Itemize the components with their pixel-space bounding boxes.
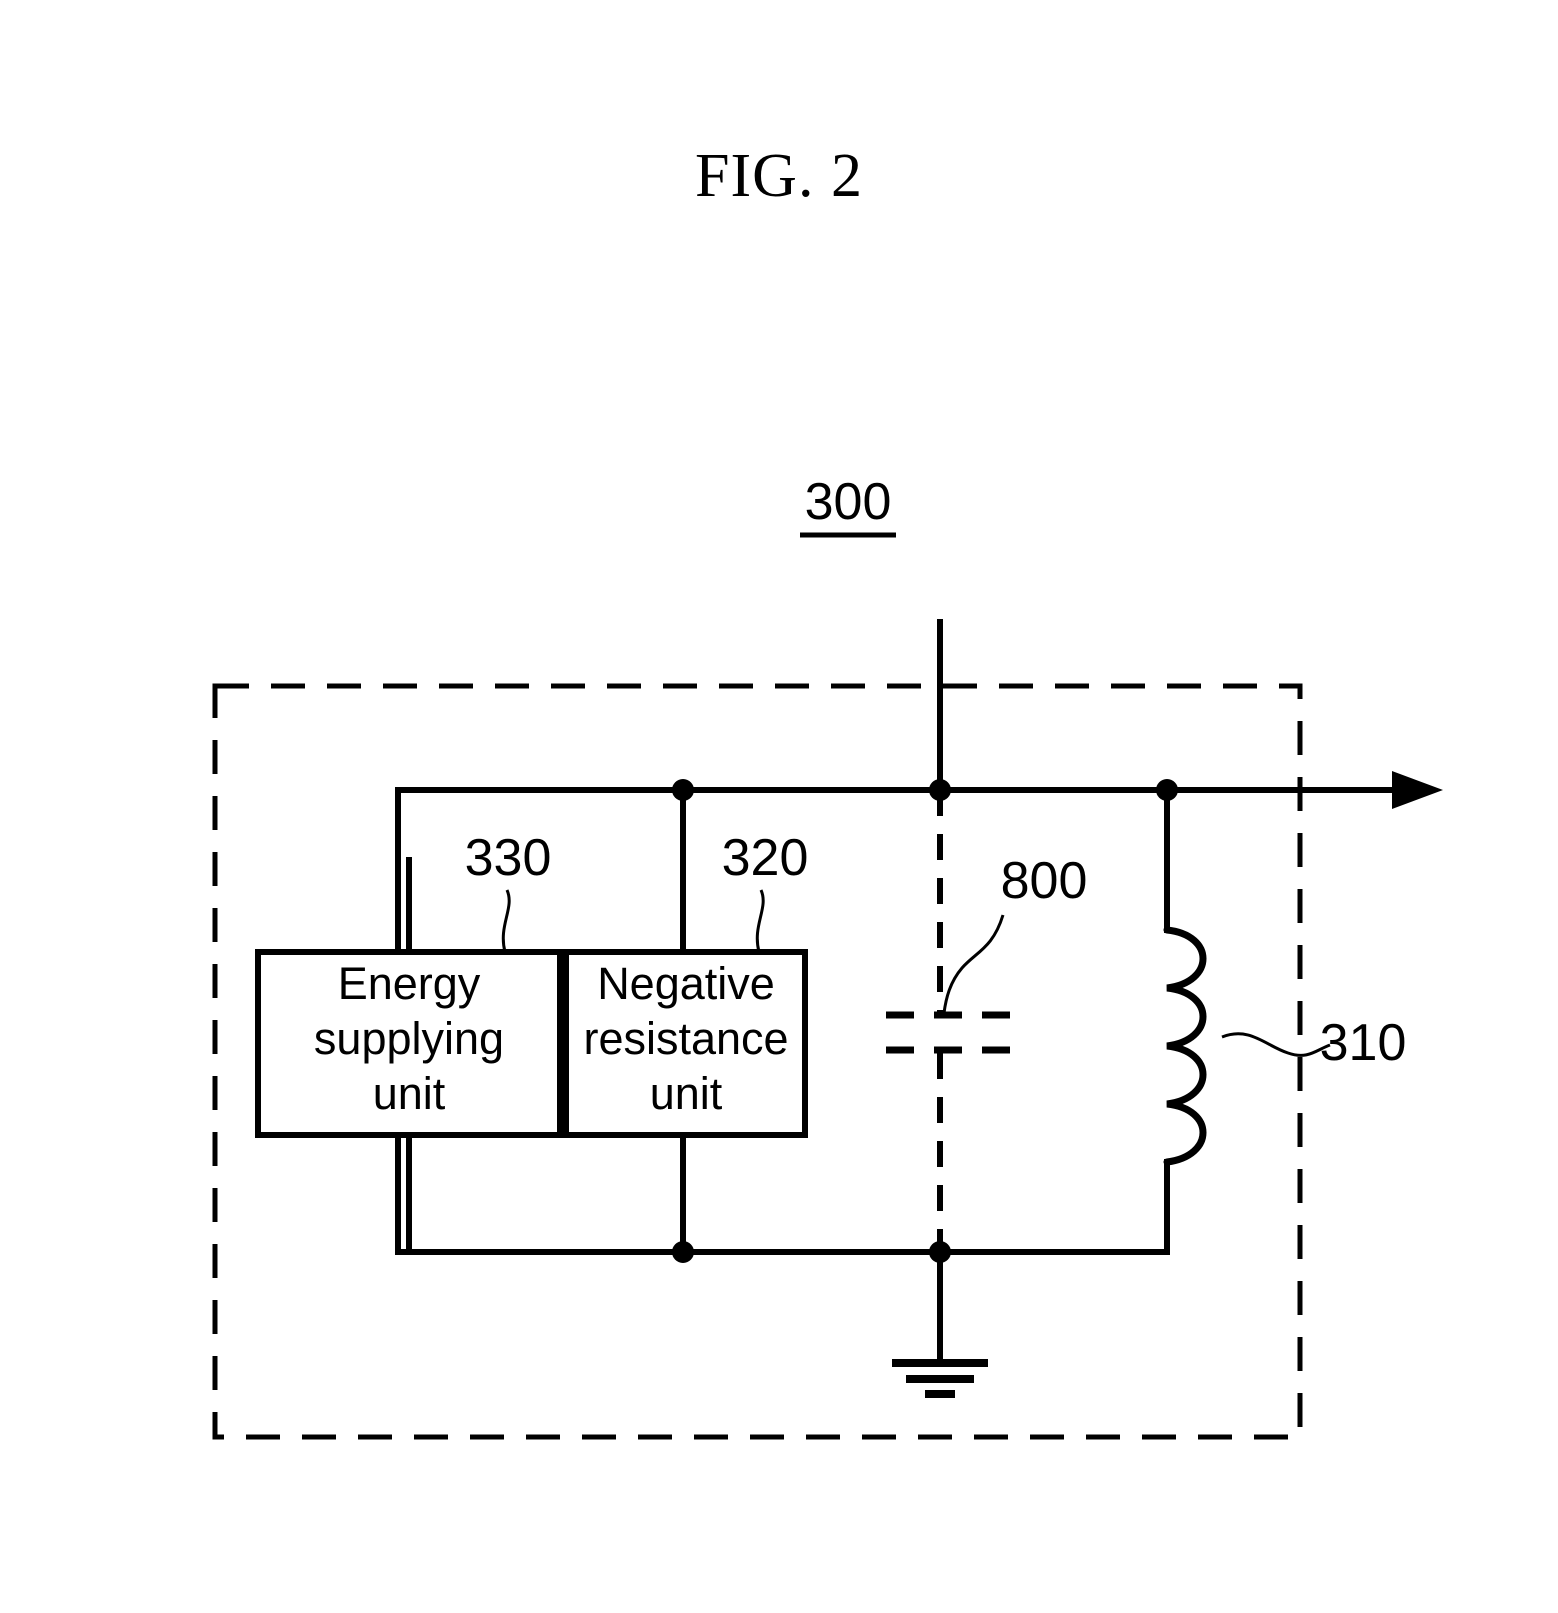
energy-supplying-unit-label-line2: supplying: [314, 1013, 504, 1064]
junction-dot-top-inductor: [1156, 779, 1178, 801]
negative-resistance-unit-label-line3: unit: [650, 1068, 723, 1119]
inductor-coil-symbol: [1163, 926, 1207, 1166]
assembly-reference-label: 300: [805, 473, 892, 531]
output-arrow-icon: [1392, 771, 1443, 809]
negative-resistance-unit-label-line1: Negative: [597, 958, 775, 1009]
junction-dot-top-capacitor: [929, 779, 951, 801]
figure-title: FIG. 2: [695, 142, 863, 210]
junction-dot-top-negative-resistance: [672, 779, 694, 801]
energy-supplying-unit-reference-label: 330: [465, 829, 552, 887]
junction-dot-bottom-ground: [929, 1241, 951, 1263]
inductor-reference-label: 310: [1320, 1014, 1407, 1072]
figure-root: FIG. 2 300 Energy supplying unit Negativ…: [0, 0, 1558, 1613]
capacitor-reference-label: 800: [1001, 852, 1088, 910]
circuit-diagram-canvas: FIG. 2 300 Energy supplying unit Negativ…: [212, 142, 1443, 1440]
inductor-leader-line: [1221, 1032, 1331, 1057]
energy-supplying-unit-leader-line: [501, 889, 511, 953]
capacitor-leader-line: [942, 914, 1005, 1014]
energy-supplying-unit-label-line3: unit: [373, 1068, 446, 1119]
energy-supplying-unit-label-line1: Energy: [338, 958, 481, 1009]
negative-resistance-unit-leader-line: [755, 889, 765, 953]
negative-resistance-unit-reference-label: 320: [722, 829, 809, 887]
negative-resistance-unit-label-line2: resistance: [583, 1013, 788, 1064]
junction-dot-bottom-negative-resistance: [672, 1241, 694, 1263]
